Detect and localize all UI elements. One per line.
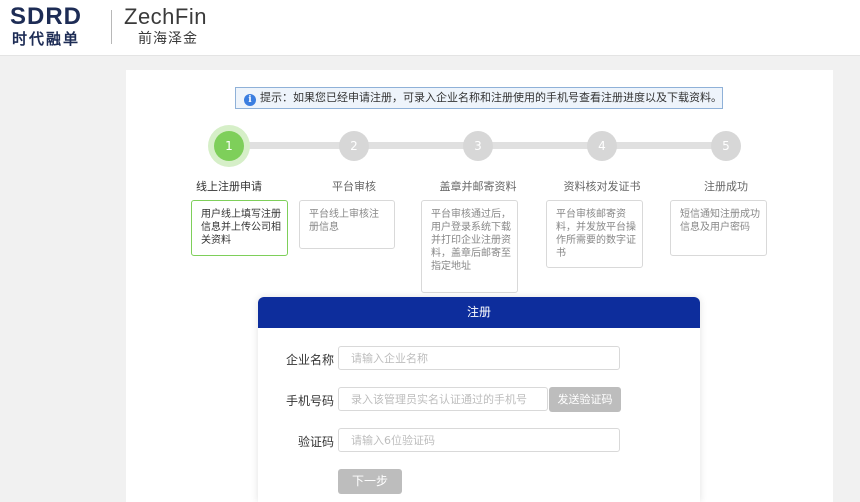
step-3-circle: 3 bbox=[463, 131, 493, 161]
step-3-desc: 平台审核通过后，用户登录系统下载并打印企业注册资料，盖章后邮寄至指定地址 bbox=[421, 200, 518, 293]
sdrd-logo-subtext: 时代融单 bbox=[12, 30, 81, 48]
zechfin-logo-subtext: 前海泽金 bbox=[138, 31, 198, 47]
register-form-title: 注册 bbox=[258, 297, 700, 328]
step-5-circle: 5 bbox=[711, 131, 741, 161]
tip-text: 提示：如果您已经申请注册，可录入企业名称和注册使用的手机号查看注册进度以及下载资… bbox=[260, 91, 722, 104]
info-icon: i bbox=[244, 94, 256, 106]
step-5-desc: 短信通知注册成功信息及用户密码 bbox=[670, 200, 767, 256]
step-4-title: 资料核对发证书 bbox=[563, 180, 641, 193]
step-5-title: 注册成功 bbox=[704, 180, 748, 193]
sdrd-logo[interactable]: SDRD 时代融单 bbox=[10, 3, 100, 49]
step-4-desc: 平台审核邮寄资料，并发放平台操作所需要的数字证书 bbox=[546, 200, 643, 268]
phone-input[interactable] bbox=[338, 387, 548, 411]
step-3-title: 盖章并邮寄资料 bbox=[439, 180, 517, 193]
step-1-circle: 1 bbox=[214, 131, 244, 161]
register-form: 注册 企业名称 手机号码 发送验证码 验证码 下一步 bbox=[258, 297, 700, 502]
company-name-input[interactable] bbox=[338, 346, 620, 370]
step-1-title: 线上注册申请 bbox=[196, 180, 262, 193]
tip-banner: i 提示：如果您已经申请注册，可录入企业名称和注册使用的手机号查看注册进度以及下载… bbox=[235, 87, 723, 109]
step-2-desc: 平台线上审核注册信息 bbox=[299, 200, 395, 249]
step-2-title: 平台审核 bbox=[332, 180, 376, 193]
verification-code-input[interactable] bbox=[338, 428, 620, 452]
step-1-desc: 用户线上填写注册信息并上传公司相关资料 bbox=[191, 200, 288, 256]
zechfin-logo[interactable]: ZechFin 前海泽金 bbox=[124, 4, 207, 48]
sdrd-logo-text: SDRD bbox=[10, 3, 83, 30]
step-2-circle: 2 bbox=[339, 131, 369, 161]
phone-label: 手机号码 bbox=[285, 394, 334, 408]
zechfin-logo-text: ZechFin bbox=[124, 4, 207, 29]
send-code-button[interactable]: 发送验证码 bbox=[549, 387, 621, 412]
top-header: SDRD 时代融单 ZechFin 前海泽金 bbox=[0, 0, 860, 56]
company-name-label: 企业名称 bbox=[285, 353, 334, 367]
logo-divider bbox=[111, 10, 112, 44]
step-4-circle: 4 bbox=[587, 131, 617, 161]
next-step-button[interactable]: 下一步 bbox=[338, 469, 402, 494]
verification-code-label: 验证码 bbox=[297, 435, 334, 449]
